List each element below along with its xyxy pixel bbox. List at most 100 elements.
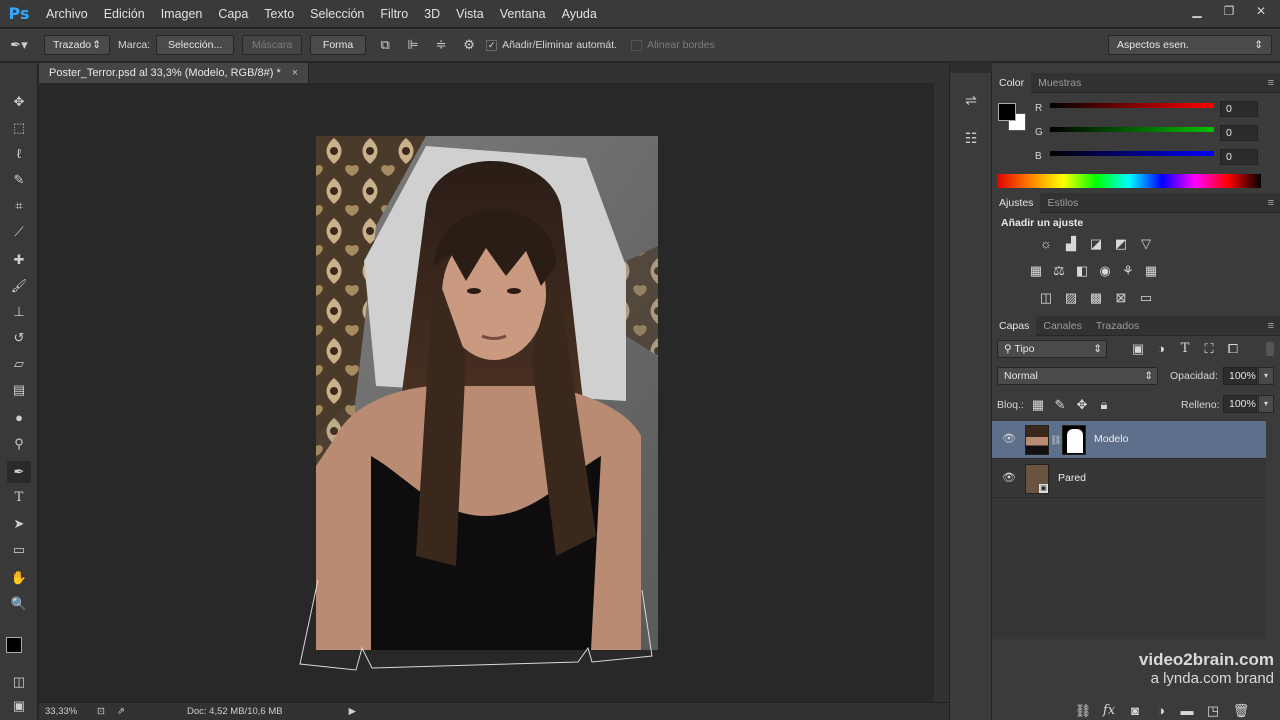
document-tab[interactable]: Poster_Terror.psd al 33,3% (Modelo, RGB/… [39, 63, 310, 83]
layer-mask-thumbnail[interactable] [1062, 425, 1086, 455]
tab-canales[interactable]: Canales [1036, 316, 1089, 336]
opacity-value[interactable]: 100% [1223, 367, 1257, 385]
history-brush-tool-icon[interactable]: ↺ [7, 327, 31, 349]
menu-filtro[interactable]: Filtro [372, 7, 416, 21]
path-selection-tool-icon[interactable]: ➤ [7, 513, 31, 535]
tab-estilos[interactable]: Estilos [1040, 193, 1085, 213]
forma-button[interactable]: Forma [310, 35, 367, 55]
layer-row-modelo[interactable]: 👁︎ ⛓ Modelo [992, 421, 1266, 459]
filter-smart-object-icon[interactable]: ⧠ [1224, 340, 1242, 358]
vertical-scrollbar[interactable] [934, 83, 949, 702]
panel-menu-icon[interactable]: ≡ [1268, 197, 1274, 209]
menu-edicion[interactable]: Edición [96, 7, 153, 21]
screen-mode-icon[interactable]: ▣ [7, 695, 31, 717]
filter-toggle-switch[interactable] [1266, 342, 1274, 356]
status-menu-arrow-icon[interactable]: ▶ [349, 706, 356, 717]
color-balance-icon[interactable]: ⚖ [1050, 262, 1068, 280]
auto-add-checkbox[interactable]: ✓ [486, 39, 498, 51]
mascara-button[interactable]: Máscara [242, 35, 303, 55]
channel-r-slider[interactable] [1050, 103, 1214, 108]
opacity-slider-arrow-icon[interactable]: ▾ [1258, 367, 1274, 385]
pen-tool-preset-icon[interactable]: ✒▾ [8, 34, 30, 56]
close-tab-icon[interactable]: × [292, 67, 298, 79]
black-white-icon[interactable]: ◧ [1073, 262, 1091, 280]
channel-b-value[interactable]: 0 [1220, 149, 1258, 165]
filter-type-icon[interactable]: T [1176, 340, 1194, 358]
zoom-tool-icon[interactable]: 🔍 [7, 593, 31, 615]
marquee-tool-icon[interactable]: ⬚ [7, 117, 31, 139]
visibility-eye-icon[interactable]: 👁︎ [1002, 433, 1016, 445]
mode-dropdown[interactable]: Trazado ⇕ [44, 35, 110, 55]
menu-archivo[interactable]: Archivo [38, 7, 96, 21]
visibility-eye-icon[interactable]: 👁︎ [1002, 472, 1016, 484]
blur-tool-icon[interactable]: ● [7, 407, 31, 429]
seleccion-button[interactable]: Selección... [156, 35, 235, 55]
new-group-icon[interactable]: ▬ [1178, 702, 1196, 720]
link-chain-icon[interactable]: ⛓ [1050, 435, 1061, 446]
channel-b-slider[interactable] [1050, 151, 1214, 156]
clone-stamp-tool-icon[interactable]: ⊥ [7, 301, 31, 323]
new-adjustment-layer-icon[interactable]: ◑ [1152, 702, 1170, 720]
lasso-tool-icon[interactable]: ℓ [7, 143, 31, 165]
lock-transparent-icon[interactable]: ▦ [1029, 396, 1047, 414]
history-panel-icon[interactable]: ⇌ [960, 89, 982, 111]
new-layer-icon[interactable]: ◳ [1204, 702, 1222, 720]
menu-texto[interactable]: Texto [256, 7, 302, 21]
fill-value[interactable]: 100% [1223, 395, 1257, 413]
path-alignment-icon[interactable]: ⊫ [402, 34, 424, 56]
layer-row-pared[interactable]: 👁︎ ▣ Pared [992, 460, 1266, 498]
status-info-icon[interactable]: ⊡ [97, 706, 117, 717]
hand-tool-icon[interactable]: ✋ [7, 567, 31, 589]
color-spectrum-ramp[interactable] [997, 174, 1261, 188]
minimize-icon[interactable]: ▁ [1184, 2, 1210, 20]
tab-color[interactable]: Color [992, 72, 1032, 93]
path-operations-icon[interactable]: ⧉ [374, 34, 396, 56]
align-edges-checkbox[interactable] [631, 39, 643, 51]
restore-icon[interactable]: ❐ [1216, 2, 1242, 20]
channel-mixer-icon[interactable]: ⚘ [1119, 262, 1137, 280]
properties-panel-icon[interactable]: ☷ [960, 127, 982, 149]
close-icon[interactable]: ✕ [1248, 2, 1274, 20]
menu-imagen[interactable]: Imagen [153, 7, 211, 21]
photo-filter-icon[interactable]: ◉ [1096, 262, 1114, 280]
threshold-icon[interactable]: ▩ [1087, 289, 1105, 307]
workspace-dropdown[interactable]: Aspectos esen. ⇕ [1108, 35, 1272, 55]
pen-tool-icon[interactable]: ✒ [7, 461, 31, 483]
hue-saturation-icon[interactable]: ▦ [1027, 262, 1045, 280]
brightness-contrast-icon[interactable]: ☼ [1037, 235, 1055, 253]
lock-all-icon[interactable]: 🔒︎ [1095, 396, 1113, 414]
delete-layer-icon[interactable]: 🗑︎ [1232, 702, 1250, 720]
eyedropper-tool-icon[interactable]: ⟋ [7, 221, 31, 243]
selective-color-icon[interactable]: ⊠ [1112, 289, 1130, 307]
channel-g-value[interactable]: 0 [1220, 125, 1258, 141]
add-mask-icon[interactable]: ◙ [1126, 702, 1144, 720]
menu-capa[interactable]: Capa [210, 7, 256, 21]
tab-capas[interactable]: Capas [992, 315, 1037, 336]
quick-mask-icon[interactable]: ◫ [7, 671, 31, 693]
curves-icon[interactable]: ◪ [1087, 235, 1105, 253]
share-icon[interactable]: ⇗ [117, 706, 187, 717]
menu-seleccion[interactable]: Selección [302, 7, 372, 21]
dodge-tool-icon[interactable]: ⚲ [7, 433, 31, 455]
healing-brush-tool-icon[interactable]: ✚ [7, 249, 31, 271]
exposure-icon[interactable]: ◩ [1112, 235, 1130, 253]
layer-style-fx-icon[interactable]: fx [1100, 702, 1118, 720]
brush-tool-icon[interactable]: 🖌 [7, 275, 31, 297]
menu-vista[interactable]: Vista [448, 7, 492, 21]
color-foreground-swatch[interactable] [998, 103, 1016, 121]
menu-ventana[interactable]: Ventana [492, 7, 554, 21]
filter-shape-icon[interactable]: ⛶ [1200, 340, 1218, 358]
tab-ajustes[interactable]: Ajustes [992, 192, 1041, 213]
lock-image-icon[interactable]: ✎ [1051, 396, 1069, 414]
path-arrangement-icon[interactable]: ≑ [430, 34, 452, 56]
type-tool-icon[interactable]: T [7, 487, 31, 509]
filter-pixel-icon[interactable]: ▣ [1129, 340, 1147, 358]
crop-tool-icon[interactable]: ⌗ [7, 195, 31, 217]
gear-icon[interactable]: ⚙ [458, 34, 480, 56]
gradient-tool-icon[interactable]: ▤ [7, 379, 31, 401]
gradient-map-icon[interactable]: ▭ [1137, 289, 1155, 307]
rectangle-tool-icon[interactable]: ▭ [7, 539, 31, 561]
color-lookup-icon[interactable]: ▦ [1142, 262, 1160, 280]
menu-ayuda[interactable]: Ayuda [554, 7, 605, 21]
lock-position-icon[interactable]: ✥ [1073, 396, 1091, 414]
